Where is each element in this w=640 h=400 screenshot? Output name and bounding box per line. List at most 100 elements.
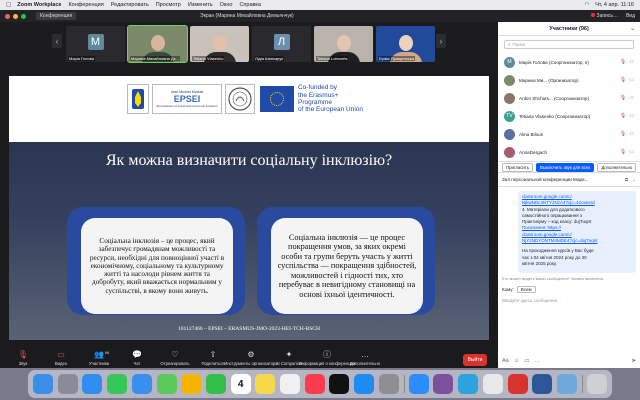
video-tile[interactable]: Ерікія Прищепська xyxy=(376,26,435,62)
dock-safari-icon[interactable] xyxy=(82,374,103,394)
toolbar-chat-button[interactable]: 💬 Чат xyxy=(118,349,156,367)
toolbar-participants-button[interactable]: 👥 Участники 96 xyxy=(80,349,118,367)
video-tile[interactable]: Л Лідія Шинкарук xyxy=(252,26,311,62)
camera-icon: ▭ xyxy=(629,95,634,101)
conference-tag[interactable]: Конференция xyxy=(36,12,77,20)
calendar-day: 4 xyxy=(237,378,244,390)
dock-telegram-icon[interactable] xyxy=(458,374,479,394)
recipient-select[interactable]: Всем xyxy=(516,286,536,293)
toolbar-camera-off-button[interactable]: ▭ Видео xyxy=(42,349,80,367)
apple-icon[interactable]:  xyxy=(6,2,11,9)
dock-settings-icon[interactable] xyxy=(378,374,399,394)
dock-photos-icon[interactable] xyxy=(181,374,202,394)
tiles-prev-icon[interactable]: ‹ xyxy=(52,34,62,48)
macos-menu-bar:  Zoom Workplace Конференция Редактирова… xyxy=(0,0,640,10)
menu-conference[interactable]: Конференция xyxy=(68,2,103,8)
participant-row[interactable]: Alina Bilous 🎙 ▭ xyxy=(498,125,640,143)
wifi-icon[interactable]: ◠ xyxy=(584,2,589,8)
participants-actions: Пригласить Выключить звук для всех Допол… xyxy=(498,161,640,173)
format-icon[interactable]: Aa xyxy=(502,358,509,364)
participant-row[interactable]: Anton Shchuts... (Соорганизатор) 🎙 ▭ xyxy=(498,89,640,107)
dock-music-icon[interactable] xyxy=(304,374,325,394)
participant-row[interactable]: Марина Ми... (Организатор) 🎙 ▭ xyxy=(498,71,640,89)
dock-maps-icon[interactable] xyxy=(156,374,177,394)
toolbar-more-button[interactable]: … Дополнительно xyxy=(346,349,384,367)
dock-mail-icon[interactable] xyxy=(131,374,152,394)
file-icon[interactable]: ▭ xyxy=(524,358,529,364)
dock-tv-icon[interactable] xyxy=(329,374,350,394)
participant-row[interactable]: М Марія Голова (Соорганизатор, я) 🎙 ▭ xyxy=(498,53,640,71)
window-controls xyxy=(5,13,26,19)
dock-freeform-icon[interactable] xyxy=(280,374,301,394)
more-options-button[interactable]: Дополнительно xyxy=(597,162,637,172)
dock-separator xyxy=(581,375,583,393)
menu-help[interactable]: Справка xyxy=(239,2,261,8)
shared-slide: Jean Monnet Module EPSEI EU practices of… xyxy=(9,76,489,340)
window-titlebar: Конференция Экран (Марина Михайловна Дем… xyxy=(0,10,640,22)
share-icon: ⇧ xyxy=(209,349,217,359)
mic-muted-icon: 🎙 xyxy=(619,95,627,101)
dock-notes-icon[interactable] xyxy=(255,374,276,394)
erasmus-logo: Co-funded by the Erasmus+ Programme of t… xyxy=(258,84,366,114)
popout-icon[interactable]: ⧉ xyxy=(625,177,628,183)
participant-face xyxy=(212,35,227,51)
video-tile[interactable]: Tetiana Lobunets xyxy=(314,26,373,62)
chevron-down-icon[interactable]: ⌄ xyxy=(632,177,636,183)
recording-indicator[interactable]: Запись… xyxy=(590,13,618,19)
participants-search-input[interactable]: ⌕ Поиск xyxy=(504,40,634,49)
chat-line: квітня 2025 року. xyxy=(522,260,557,266)
toolbar-info-button[interactable]: ⓘ Информация о конференции xyxy=(299,349,356,367)
dock-appstore-icon[interactable] xyxy=(354,374,375,394)
send-icon[interactable]: ➤ xyxy=(631,358,636,364)
participant-face xyxy=(398,35,413,51)
mute-all-button[interactable]: Выключить звук для всех xyxy=(536,162,595,172)
participant-row[interactable]: TV Tetiana Vlasenko (Соорганизатор) 🎙 ▭ xyxy=(498,107,640,125)
dock-launchpad-icon[interactable] xyxy=(57,374,78,394)
dock-word-icon[interactable] xyxy=(532,374,553,394)
video-tile[interactable]: М Марія Голова xyxy=(66,26,125,62)
dock-acrobat-icon[interactable] xyxy=(507,374,528,394)
chat-privacy-note[interactable]: Кто может видеть ваши сообщения? Запись … xyxy=(498,273,640,284)
menu-edit[interactable]: Редактировать xyxy=(111,2,149,8)
dock-preview-icon[interactable] xyxy=(556,374,577,394)
dock-trash-icon[interactable] xyxy=(586,374,607,394)
ukraine-coat-of-arms-logo xyxy=(127,84,149,114)
dock-viber-icon[interactable] xyxy=(433,374,454,394)
leave-button[interactable]: Выйти xyxy=(462,354,488,366)
more-icon[interactable]: … xyxy=(535,358,541,364)
datetime[interactable]: Чт, 4 апр. 11:16 xyxy=(595,2,634,8)
camera-icon: ▭ xyxy=(629,113,634,119)
close-panel-icon[interactable]: ⌄ xyxy=(630,25,635,32)
view-button[interactable]: Вид xyxy=(626,13,635,19)
dock-chrome-icon[interactable] xyxy=(482,374,503,394)
emoji-icon[interactable]: ☺ xyxy=(514,358,520,364)
fullscreen-window-icon[interactable] xyxy=(21,13,26,19)
participants-icon: 👥 xyxy=(94,349,104,359)
dock-facetime-icon[interactable] xyxy=(205,374,226,394)
invite-button[interactable]: Пригласить xyxy=(502,162,534,172)
minimize-window-icon[interactable] xyxy=(13,13,18,19)
menu-app-name[interactable]: Zoom Workplace xyxy=(17,2,61,8)
video-tile[interactable]: Марина Михайловна Дє... xyxy=(127,25,188,63)
definition-card-right: Соціальна інклюзія — це процес покращенн… xyxy=(271,218,423,314)
video-tile[interactable]: Tetiana Vlasenko xyxy=(190,26,249,62)
close-window-icon[interactable] xyxy=(5,13,10,19)
toolbar-host-tools-button[interactable]: ⚙ Инструменты организатора xyxy=(224,349,277,367)
toolbar-react-button[interactable]: ♡ Отреагировать xyxy=(156,349,194,367)
dock-messages-icon[interactable] xyxy=(107,374,128,394)
menu-view[interactable]: Просмотр xyxy=(156,2,181,8)
toolbar-microphone-muted-button[interactable]: 🎙 Звук xyxy=(4,349,42,367)
toolbar-label: Дополнительно xyxy=(349,361,381,366)
menu-window[interactable]: Окно xyxy=(220,2,233,8)
avatar xyxy=(504,128,515,140)
dock-zoom-icon[interactable] xyxy=(408,374,429,394)
menu-change[interactable]: Изменить xyxy=(188,2,213,8)
dock-finder-icon[interactable] xyxy=(33,374,53,394)
dock-calendar-icon[interactable]: 4 xyxy=(230,374,251,394)
chat-input[interactable]: Введите здесь сообщение... xyxy=(498,295,640,306)
mic-muted-icon: 🎙 xyxy=(619,59,627,65)
participant-row[interactable]: AnnaDergach 🎙 ▭ xyxy=(498,143,640,161)
chat-icon: 💬 xyxy=(132,349,142,359)
tiles-next-icon[interactable]: › xyxy=(436,34,446,48)
macos-dock: 4 xyxy=(28,370,612,398)
